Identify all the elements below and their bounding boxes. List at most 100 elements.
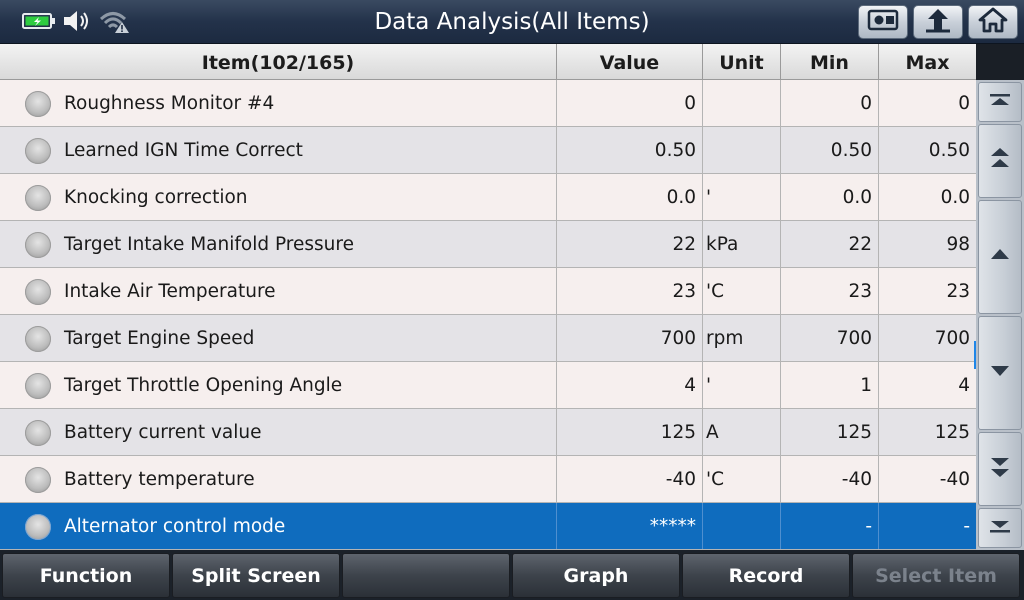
status-led-icon <box>25 91 51 117</box>
item-value: 700 <box>557 315 703 361</box>
item-max: 125 <box>879 409 976 455</box>
item-name: Roughness Monitor #4 <box>64 93 275 114</box>
item-name: Target Throttle Opening Angle <box>64 375 343 396</box>
line-up-icon <box>988 247 1012 267</box>
line-up-button[interactable] <box>978 200 1022 314</box>
column-header-min[interactable]: Min <box>781 44 879 80</box>
item-min: -40 <box>781 456 879 502</box>
status-led-icon <box>25 420 51 446</box>
back-up-icon <box>923 7 953 37</box>
data-table: Item(102/165) Value Unit Min Max Roughne… <box>0 44 976 550</box>
status-led-icon <box>25 514 51 540</box>
page-up-icon <box>988 146 1012 176</box>
function-button[interactable]: Function <box>2 553 170 598</box>
item-name: Alternator control mode <box>64 516 286 537</box>
item-min: 700 <box>781 315 879 361</box>
graph-button[interactable]: Graph <box>512 553 680 598</box>
item-unit <box>703 80 781 126</box>
item-max: 0.0 <box>879 174 976 220</box>
item-value: 0.0 <box>557 174 703 220</box>
item-unit: ' <box>703 174 781 220</box>
item-unit: rpm <box>703 315 781 361</box>
item-min: 0.50 <box>781 127 879 173</box>
column-header-item[interactable]: Item(102/165) <box>0 44 557 80</box>
home-icon <box>978 7 1008 37</box>
page-down-button[interactable] <box>978 432 1022 506</box>
line-down-button[interactable] <box>978 316 1022 430</box>
table-body: Roughness Monitor #4 0 0 0 Learned IGN T… <box>0 80 976 550</box>
status-led-icon <box>25 326 51 352</box>
column-header-max[interactable]: Max <box>879 44 976 80</box>
screenshot-icon <box>867 8 899 36</box>
item-min: - <box>781 503 879 549</box>
table-row[interactable]: Battery current value 125 A 125 125 <box>0 409 976 456</box>
item-max: -40 <box>879 456 976 502</box>
page-up-button[interactable] <box>978 124 1022 198</box>
status-led-icon <box>25 279 51 305</box>
item-value: 22 <box>557 221 703 267</box>
item-value: ***** <box>557 503 703 549</box>
item-unit: ' <box>703 362 781 408</box>
table-row[interactable]: Knocking correction 0.0 ' 0.0 0.0 <box>0 174 976 221</box>
item-name: Battery current value <box>64 422 262 443</box>
table-row-selected[interactable]: Alternator control mode ***** - - <box>0 503 976 550</box>
item-unit <box>703 503 781 549</box>
screenshot-button[interactable] <box>858 5 908 39</box>
scroll-top-button[interactable] <box>978 82 1022 122</box>
item-value: 23 <box>557 268 703 314</box>
item-max: 700 <box>879 315 976 361</box>
line-down-icon <box>988 363 1012 383</box>
item-max: 0 <box>879 80 976 126</box>
item-value: 4 <box>557 362 703 408</box>
home-button[interactable] <box>968 5 1018 39</box>
item-value: 0.50 <box>557 127 703 173</box>
record-button[interactable]: Record <box>682 553 850 598</box>
item-name: Target Engine Speed <box>64 328 255 349</box>
status-led-icon <box>25 373 51 399</box>
scroll-column <box>976 80 1024 550</box>
item-min: 0.0 <box>781 174 879 220</box>
column-header-value[interactable]: Value <box>557 44 703 80</box>
item-max: 0.50 <box>879 127 976 173</box>
status-led-icon <box>25 138 51 164</box>
status-led-icon <box>25 185 51 211</box>
scroll-bottom-icon <box>988 518 1012 538</box>
table-row[interactable]: Intake Air Temperature 23 'C 23 23 <box>0 268 976 315</box>
item-max: - <box>879 503 976 549</box>
item-name: Knocking correction <box>64 187 248 208</box>
item-min: 0 <box>781 80 879 126</box>
item-min: 1 <box>781 362 879 408</box>
split-screen-button[interactable]: Split Screen <box>172 553 340 598</box>
select-item-button[interactable]: Select Item <box>852 553 1020 598</box>
scroll-bottom-button[interactable] <box>978 508 1022 548</box>
item-name: Target Intake Manifold Pressure <box>64 234 354 255</box>
column-header-unit[interactable]: Unit <box>703 44 781 80</box>
bottom-toolbar: Function Split Screen Graph Record Selec… <box>0 550 1024 600</box>
item-unit: A <box>703 409 781 455</box>
back-up-button[interactable] <box>913 5 963 39</box>
table-row[interactable]: Target Intake Manifold Pressure 22 kPa 2… <box>0 221 976 268</box>
status-led-icon <box>25 467 51 493</box>
scroll-top-icon <box>988 92 1012 112</box>
item-unit <box>703 127 781 173</box>
status-led-icon <box>25 232 51 258</box>
item-value: 0 <box>557 80 703 126</box>
item-unit: kPa <box>703 221 781 267</box>
item-value: 125 <box>557 409 703 455</box>
item-min: 125 <box>781 409 879 455</box>
item-name: Intake Air Temperature <box>64 281 276 302</box>
item-value: -40 <box>557 456 703 502</box>
item-max: 4 <box>879 362 976 408</box>
item-max: 98 <box>879 221 976 267</box>
item-min: 23 <box>781 268 879 314</box>
table-row[interactable]: Battery temperature -40 'C -40 -40 <box>0 456 976 503</box>
item-min: 22 <box>781 221 879 267</box>
table-row[interactable]: Target Throttle Opening Angle 4 ' 1 4 <box>0 362 976 409</box>
item-name: Learned IGN Time Correct <box>64 140 303 161</box>
table-row[interactable]: Learned IGN Time Correct 0.50 0.50 0.50 <box>0 127 976 174</box>
table-row[interactable]: Target Engine Speed 700 rpm 700 700 <box>0 315 976 362</box>
item-max: 23 <box>879 268 976 314</box>
empty-button[interactable] <box>342 553 510 598</box>
table-row[interactable]: Roughness Monitor #4 0 0 0 <box>0 80 976 127</box>
page-down-icon <box>988 454 1012 484</box>
